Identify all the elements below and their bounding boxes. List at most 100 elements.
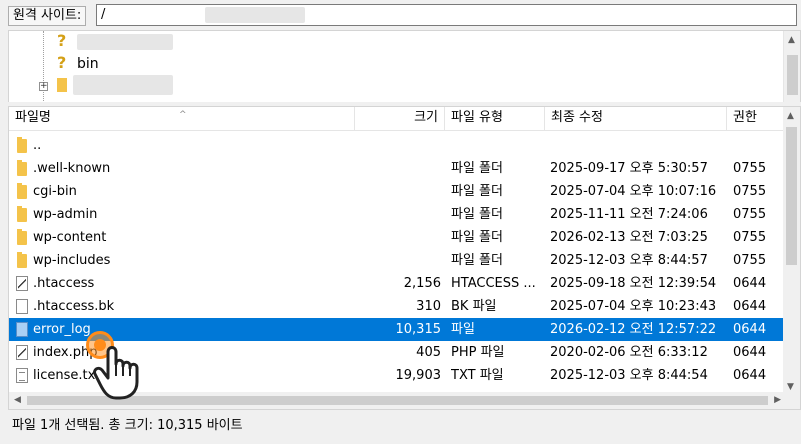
file-type: 파일 폴더 — [451, 184, 503, 199]
file-type: TXT 파일 — [451, 368, 504, 383]
file-name: .htaccess.bk — [33, 299, 115, 314]
scroll-right-icon[interactable]: ▶ — [774, 395, 781, 405]
file-name: .htaccess — [33, 276, 95, 291]
tree-item-label: bin — [77, 56, 99, 72]
file-size — [359, 180, 441, 203]
file-type: 파일 폴더 — [451, 207, 503, 222]
file-size: 310 — [416, 299, 441, 314]
file-type: PHP 파일 — [451, 345, 505, 360]
file-size — [359, 249, 441, 272]
column-header-permissions[interactable]: 권한 — [727, 107, 785, 131]
column-header-modified[interactable]: 최종 수정 — [545, 107, 727, 131]
column-header-type[interactable]: 파일 유형 — [445, 107, 545, 131]
scroll-up-icon[interactable]: ▲ — [788, 35, 795, 45]
file-modified: 2026-02-12 오전 12:57:22 — [550, 322, 717, 337]
file-row[interactable]: .. — [9, 134, 785, 157]
file-row[interactable]: cgi-bin 파일 폴더 2025-07-04 오후 10:07:16 0755 — [9, 180, 785, 203]
remote-path-input[interactable]: / — [96, 4, 797, 26]
file-size: 10,315 — [395, 322, 442, 337]
file-modified: 2025-07-04 오후 10:07:16 — [550, 184, 717, 199]
file-permissions: 0644 — [733, 276, 767, 291]
file-type: BK 파일 — [451, 299, 497, 314]
file-permissions — [733, 134, 783, 157]
tree-item-bin[interactable]: ? bin — [9, 53, 789, 75]
file-name: .well-known — [33, 161, 111, 176]
folder-icon — [17, 252, 27, 268]
file-modified: 2026-02-13 오전 7:03:25 — [550, 230, 708, 245]
file-type: 파일 — [451, 322, 475, 337]
file-modified: 2025-11-11 오전 7:24:06 — [550, 207, 708, 222]
file-row[interactable]: .well-known 파일 폴더 2025-09-17 오후 5:30:57 075… — [9, 157, 785, 180]
file-row[interactable]: wp-content 파일 폴더 2026-02-13 오전 7:03:25 0755 — [9, 226, 785, 249]
sort-ascending-icon: ^ — [179, 110, 187, 120]
file-name: index.php — [33, 345, 98, 360]
file-modified: 2025-12-03 오후 8:44:54 — [550, 368, 708, 383]
file-size: 2,156 — [403, 276, 441, 291]
file-name: wp-content — [33, 230, 107, 245]
remote-site-bar: 원격 사이트: / — [0, 0, 801, 30]
file-permissions: 0644 — [733, 345, 767, 360]
file-icon — [16, 299, 28, 314]
file-modified: 2025-12-03 오후 8:44:57 — [550, 253, 708, 268]
folder-icon — [57, 78, 67, 92]
file-size — [359, 134, 441, 157]
file-icon — [16, 322, 28, 337]
folder-icon — [17, 206, 27, 222]
file-permissions: 0755 — [733, 184, 767, 199]
file-row[interactable]: .htaccess.bk 310 BK 파일 2025-07-04 오후 10:23:… — [9, 295, 785, 318]
file-modified — [550, 134, 728, 157]
scroll-down-icon[interactable]: ▼ — [787, 382, 794, 392]
column-header-name[interactable]: 파일명 ^ — [9, 107, 355, 131]
file-permissions: 0755 — [733, 253, 767, 268]
file-permissions: 0644 — [733, 368, 767, 383]
file-modified: 2020-02-06 오전 6:33:12 — [550, 345, 708, 360]
folder-icon — [17, 183, 27, 199]
file-name: .. — [33, 138, 42, 153]
file-modified: 2025-07-04 오후 10:23:43 — [550, 299, 717, 314]
redacted-folder-name — [73, 75, 173, 95]
text-file-icon — [16, 368, 28, 383]
list-vertical-scrollbar[interactable]: ▲ ▼ — [783, 107, 800, 394]
file-size — [359, 203, 441, 226]
scroll-up-icon[interactable]: ▲ — [787, 111, 794, 121]
file-size: 405 — [416, 345, 441, 360]
redacted-folder-name — [77, 34, 173, 50]
folder-icon — [17, 160, 27, 176]
file-modified: 2025-09-18 오전 12:39:54 — [550, 276, 717, 291]
file-modified: 2025-09-17 오후 5:30:57 — [550, 161, 708, 176]
remote-site-label: 원격 사이트: — [8, 6, 87, 26]
scroll-left-icon[interactable]: ◀ — [14, 395, 21, 405]
redacted-path — [205, 7, 305, 23]
file-row[interactable]: wp-includes 파일 폴더 2025-12-03 오후 8:44:57 075… — [9, 249, 785, 272]
tree-scrollbar[interactable]: ▲ — [783, 31, 800, 102]
file-type: 파일 폴더 — [451, 230, 503, 245]
php-file-icon — [16, 345, 28, 360]
file-permissions: 0755 — [733, 207, 767, 222]
file-type: 파일 폴더 — [451, 161, 503, 176]
file-name: error_log — [33, 322, 91, 337]
file-permissions: 0755 — [733, 230, 767, 245]
list-header: 파일명 ^ 크기 파일 유형 최종 수정 권한 — [9, 107, 785, 131]
config-file-icon — [16, 276, 28, 291]
question-folder-icon: ? — [57, 31, 67, 50]
tree-item[interactable]: + — [9, 75, 789, 97]
remote-path-value: / — [101, 7, 106, 22]
folder-icon — [17, 137, 27, 153]
file-row[interactable]: wp-admin 파일 폴더 2025-11-11 오전 7:24:06 0755 — [9, 203, 785, 226]
scroll-thumb[interactable] — [786, 127, 797, 265]
file-type: HTACCESS ... — [451, 276, 536, 291]
file-name: wp-includes — [33, 253, 111, 268]
file-row[interactable]: .htaccess 2,156 HTACCESS ... 2025-09-18 오전 … — [9, 272, 785, 295]
expand-icon[interactable]: + — [39, 82, 48, 91]
file-size — [359, 157, 441, 180]
status-text: 파일 1개 선택됨. 총 크기: 10,315 바이트 — [12, 418, 243, 433]
scroll-thumb[interactable] — [787, 55, 798, 95]
tree-item[interactable]: ? — [9, 31, 789, 53]
file-size: 19,903 — [395, 368, 442, 383]
file-name: license.txt — [33, 368, 101, 383]
column-header-size[interactable]: 크기 — [355, 107, 445, 131]
question-folder-icon: ? — [57, 53, 67, 72]
file-permissions: 0755 — [733, 161, 767, 176]
remote-directory-tree: ? ? bin + ▲ — [8, 30, 801, 102]
file-permissions: 0644 — [733, 322, 767, 337]
